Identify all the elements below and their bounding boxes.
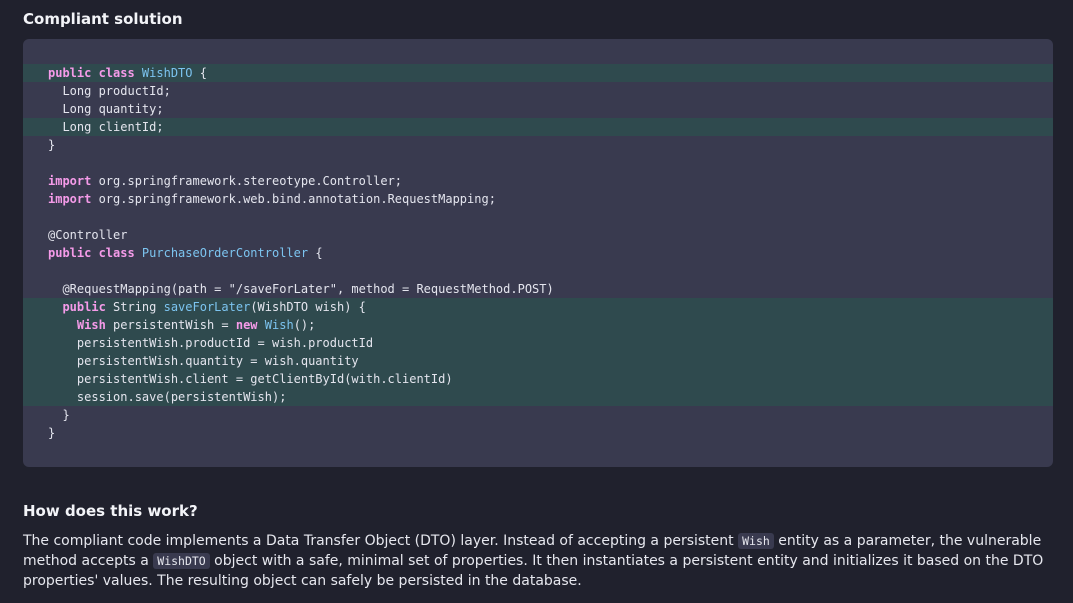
code-line: Wish persistentWish = new Wish(); xyxy=(23,316,1053,334)
code-keyword: import xyxy=(48,192,99,206)
code-text: { xyxy=(192,66,207,80)
code-text: @Controller xyxy=(48,228,128,242)
code-line: persistentWish.client = getClientById(wi… xyxy=(23,370,1053,388)
description-paragraph: The compliant code implements a Data Tra… xyxy=(23,531,1053,591)
code-identifier: PurchaseOrderController xyxy=(141,246,309,260)
code-text: Long productId; xyxy=(48,84,171,98)
code-line: @RequestMapping(path = "/saveForLater", … xyxy=(23,280,1053,298)
code-text: Long quantity; xyxy=(48,102,164,116)
page: Compliant solution public class WishDTO … xyxy=(0,0,1073,603)
code-line: import org.springframework.stereotype.Co… xyxy=(23,172,1053,190)
code-line: persistentWish.productId = wish.productI… xyxy=(23,334,1053,352)
code-text: persistentWish = xyxy=(105,318,236,332)
code-keyword: public xyxy=(62,300,106,314)
code-text: String xyxy=(105,300,164,314)
code-line: } xyxy=(23,406,1053,424)
code-identifier: saveForLater xyxy=(163,300,251,314)
code-line: persistentWish.quantity = wish.quantity xyxy=(23,352,1053,370)
code-line: } xyxy=(23,136,1053,154)
code-text: org.springframework.stereotype.Controlle… xyxy=(98,174,403,188)
code-text: { xyxy=(308,246,323,260)
code-line: @Controller xyxy=(23,226,1053,244)
code-line: Long productId; xyxy=(23,82,1053,100)
code-text: (WishDTO wish) { xyxy=(250,300,366,314)
code-keyword: new xyxy=(235,318,258,332)
code-block: public class WishDTO { Long productId; L… xyxy=(23,39,1053,467)
code-text: persistentWish.client = getClientById(wi… xyxy=(48,372,453,386)
code-keyword: public class xyxy=(48,66,142,80)
inline-code-wish: Wish xyxy=(738,533,774,549)
code-line: public class PurchaseOrderController { xyxy=(23,244,1053,262)
code-text: session.save(persistentWish); xyxy=(48,390,287,404)
code-line: public String saveForLater(WishDTO wish)… xyxy=(23,298,1053,316)
compliant-solution-heading: Compliant solution xyxy=(23,10,183,28)
code-text: } xyxy=(48,426,56,440)
code-keyword: public class xyxy=(48,246,142,260)
code-line: } xyxy=(23,424,1053,442)
code-text: (); xyxy=(293,318,316,332)
code-line: Long clientId; xyxy=(23,118,1053,136)
code-keyword: import xyxy=(48,174,99,188)
code-identifier: Wish xyxy=(264,318,294,332)
code-line: public class WishDTO { xyxy=(23,64,1053,82)
code-line: import org.springframework.web.bind.anno… xyxy=(23,190,1053,208)
description-text-1: The compliant code implements a Data Tra… xyxy=(23,533,739,549)
how-does-this-work-heading: How does this work? xyxy=(23,502,198,520)
code-keyword: Wish xyxy=(76,318,106,332)
code-text: persistentWish.productId = wish.productI… xyxy=(48,336,374,350)
code-identifier: WishDTO xyxy=(141,66,193,80)
code-text: org.springframework.web.bind.annotation.… xyxy=(98,192,496,206)
code-text: } xyxy=(48,408,70,422)
code-text: persistentWish.quantity = wish.quantity xyxy=(48,354,359,368)
code-line: session.save(persistentWish); xyxy=(23,388,1053,406)
inline-code-wishdto: WishDTO xyxy=(153,553,210,569)
code-text: @RequestMapping(path = "/saveForLater", … xyxy=(48,282,554,296)
code-text: Long clientId; xyxy=(48,120,164,134)
code-line: Long quantity; xyxy=(23,100,1053,118)
code-text: } xyxy=(48,138,56,152)
